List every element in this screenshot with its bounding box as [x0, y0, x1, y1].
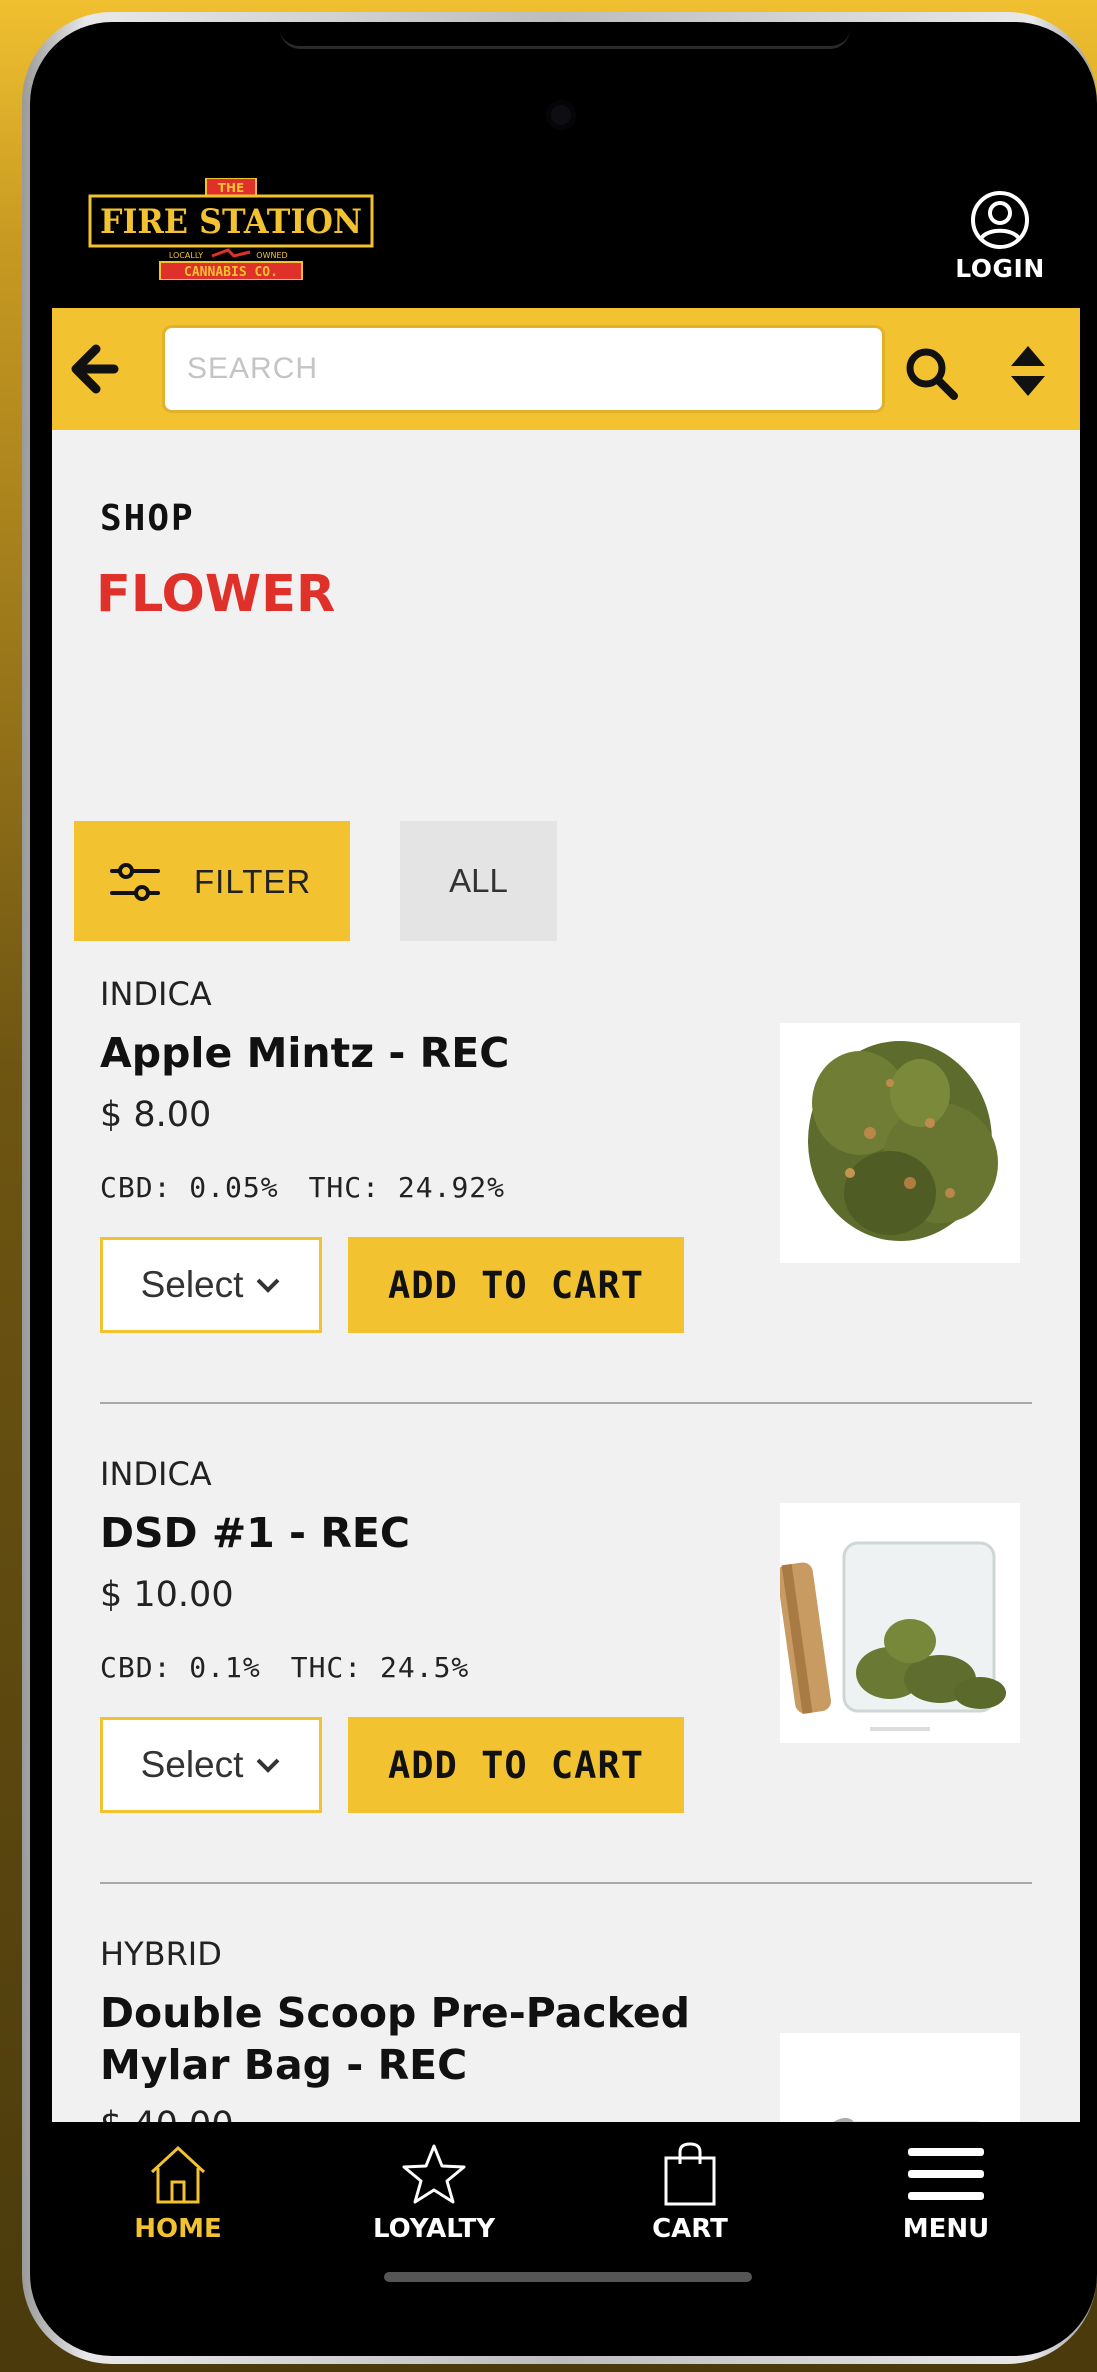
login-button[interactable]: LOGIN: [950, 190, 1050, 283]
weight-select[interactable]: Select: [100, 1717, 322, 1813]
search-icon[interactable]: [904, 346, 960, 402]
svg-text:THE: THE: [218, 181, 244, 195]
product-type: INDICA: [100, 975, 212, 1013]
product-type: INDICA: [100, 1455, 212, 1493]
filter-button[interactable]: FILTER: [74, 821, 350, 941]
cannabinoid-info: CBD: 0.1% THC: 24.5%: [100, 1651, 469, 1684]
chevron-down-icon: [257, 1758, 280, 1773]
bag-icon: [664, 2142, 716, 2206]
divider: [100, 1882, 1032, 1884]
thc-value: THC: 24.92%: [308, 1171, 506, 1204]
product-name[interactable]: Apple Mintz - REC: [100, 1027, 720, 1079]
user-circle-icon: [971, 191, 1029, 249]
filter-label: FILTER: [194, 863, 312, 900]
svg-text:CANNABIS CO.: CANNABIS CO.: [184, 265, 278, 280]
product-image[interactable]: [780, 1023, 1020, 1263]
nav-label: CART: [652, 2214, 728, 2244]
hamburger-icon: [908, 2148, 984, 2200]
section-label: SHOP: [100, 498, 195, 539]
bottom-navigation: HOME LOYALTY CART MENU: [52, 2122, 1080, 2310]
phone-earpiece: [280, 22, 850, 49]
thc-value: THC: 24.5%: [290, 1651, 470, 1684]
cbd-value: CBD: 0.05%: [100, 1171, 279, 1204]
product-price: $ 10.00: [100, 1575, 234, 1615]
app-header: THE FIRE STATION LOCALLY OWNED CANNABIS …: [52, 150, 1080, 308]
login-label: LOGIN: [955, 254, 1045, 283]
cannabinoid-info: CBD: 0.05% THC: 24.92%: [100, 1171, 505, 1204]
product-image[interactable]: [780, 1503, 1020, 1743]
add-to-cart-button[interactable]: ADD TO CART: [348, 1717, 684, 1813]
nav-loyalty[interactable]: LOYALTY: [344, 2142, 524, 2244]
svg-text:FIRE STATION: FIRE STATION: [100, 202, 362, 242]
star-icon: [402, 2144, 466, 2204]
cannabis-bud-image: [808, 1041, 998, 1241]
select-label: Select: [140, 1744, 244, 1785]
nav-menu[interactable]: MENU: [856, 2142, 1036, 2244]
nav-label: HOME: [134, 2214, 222, 2244]
weight-select[interactable]: Select: [100, 1237, 322, 1333]
fire-station-logo[interactable]: THE FIRE STATION LOCALLY OWNED CANNABIS …: [88, 178, 374, 280]
nav-home[interactable]: HOME: [88, 2142, 268, 2244]
product-image[interactable]: [780, 2033, 1020, 2122]
open-jar-image: [782, 2117, 980, 2122]
divider: [100, 1402, 1032, 1404]
home-indicator[interactable]: [384, 2272, 752, 2282]
add-to-cart-button[interactable]: ADD TO CART: [348, 1237, 684, 1333]
product-name[interactable]: Double Scoop Pre-Packed Mylar Bag - REC: [100, 1987, 720, 2091]
sliders-icon: [110, 863, 160, 901]
page-title: FLOWER: [96, 565, 336, 624]
select-label: Select: [140, 1264, 244, 1305]
chevron-down-icon: [257, 1278, 280, 1293]
cbd-value: CBD: 0.1%: [100, 1651, 261, 1684]
product-type: HYBRID: [100, 1935, 222, 1973]
product-list-page: SHOP FLOWER FILTER ALL INDICA Apple Mint…: [52, 430, 1080, 2122]
nav-label: LOYALTY: [372, 2214, 496, 2244]
back-arrow-icon[interactable]: [70, 344, 126, 394]
product-price: $ 8.00: [100, 1095, 212, 1135]
search-bar: [52, 308, 1080, 430]
nav-label: MENU: [902, 2214, 990, 2244]
product-name[interactable]: DSD #1 - REC: [100, 1507, 720, 1559]
front-camera: [546, 100, 576, 130]
all-filter-button[interactable]: ALL: [400, 821, 557, 941]
svg-text:OWNED: OWNED: [256, 251, 287, 260]
nav-cart[interactable]: CART: [600, 2142, 780, 2244]
glass-jar-image: [780, 1541, 1006, 1731]
product-price: $ 40.00: [100, 2105, 234, 2122]
svg-text:LOCALLY: LOCALLY: [169, 251, 203, 260]
search-input[interactable]: [162, 325, 885, 413]
home-icon: [150, 2145, 206, 2204]
app-screen: THE FIRE STATION LOCALLY OWNED CANNABIS …: [52, 150, 1080, 2310]
sort-icon[interactable]: [1008, 344, 1048, 398]
